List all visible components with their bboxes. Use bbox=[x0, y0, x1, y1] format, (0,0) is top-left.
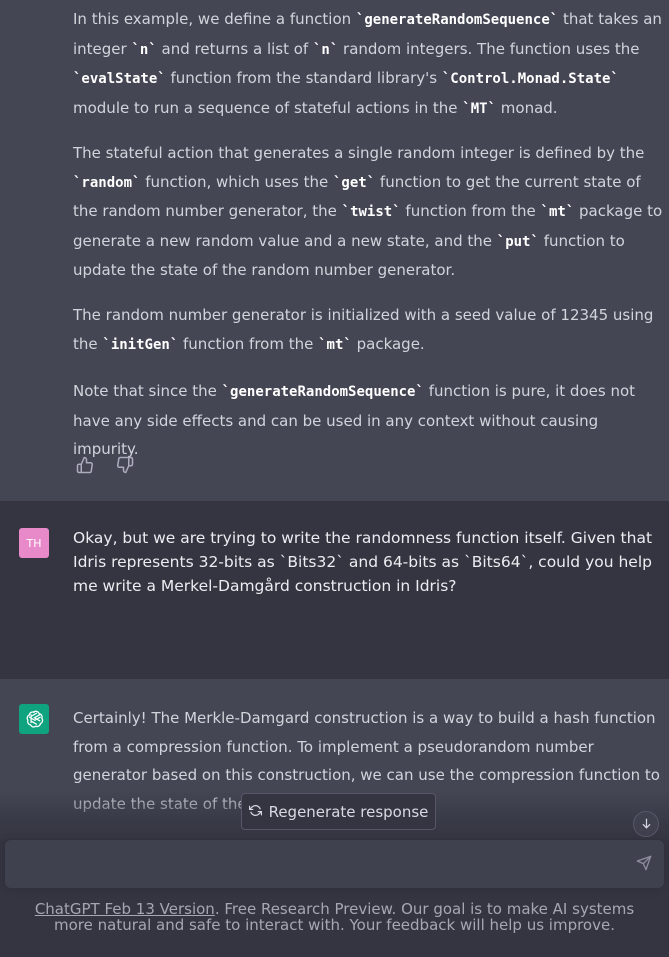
user-avatar: TH bbox=[19, 528, 49, 558]
inline-code: `twist` bbox=[341, 204, 401, 220]
thumbs-up-icon[interactable] bbox=[76, 456, 94, 474]
inline-code: `initGen` bbox=[102, 336, 179, 353]
inline-code: `generateRandomSequence` bbox=[221, 384, 424, 400]
inline-code: `n` bbox=[312, 41, 339, 58]
inline-code: `mt` bbox=[540, 204, 575, 220]
regenerate-button[interactable]: Regenerate response bbox=[241, 793, 436, 830]
response-paragraph: The stateful action that generates a sin… bbox=[73, 144, 663, 279]
response-paragraph: In this example, we define a function `g… bbox=[73, 10, 662, 117]
message-input[interactable] bbox=[5, 840, 664, 888]
inline-code: `Control.Monad.State` bbox=[441, 71, 619, 87]
inline-code: `get` bbox=[333, 174, 376, 191]
regenerate-label: Regenerate response bbox=[268, 802, 429, 821]
user-message-text: Okay, but we are trying to write the ran… bbox=[73, 529, 653, 595]
inline-code: `put` bbox=[496, 233, 539, 250]
footer-disclaimer: ChatGPT Feb 13 Version. Free Research Pr… bbox=[20, 901, 649, 933]
openai-logo-icon bbox=[19, 704, 49, 734]
inline-code: `n` bbox=[131, 41, 157, 58]
thumbs-down-icon[interactable] bbox=[116, 456, 134, 474]
response-paragraph: Note that since the `generateRandomSeque… bbox=[73, 382, 636, 458]
inline-code: `MT` bbox=[462, 100, 497, 117]
inline-code: `evalState` bbox=[73, 71, 166, 87]
feedback-buttons bbox=[76, 456, 134, 474]
response-paragraph: The random number generator is initializ… bbox=[73, 306, 654, 353]
assistant-message-previous: In this example, we define a function `g… bbox=[0, 0, 669, 501]
refresh-icon bbox=[248, 803, 262, 821]
inline-code: `generateRandomSequence` bbox=[355, 12, 559, 28]
arrow-down-icon bbox=[640, 815, 653, 834]
inline-code: `mt` bbox=[318, 336, 352, 353]
send-icon[interactable] bbox=[636, 855, 654, 873]
scroll-to-bottom-button[interactable] bbox=[633, 811, 659, 837]
inline-code: `random` bbox=[73, 174, 141, 191]
